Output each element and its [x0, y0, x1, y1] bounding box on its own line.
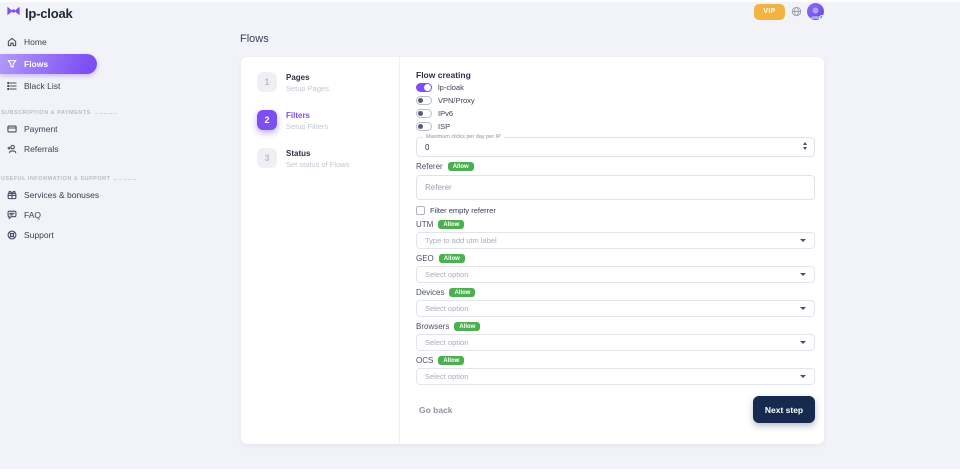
sidebar-item-home[interactable]: Home — [0, 32, 230, 52]
language-globe-icon[interactable] — [790, 6, 802, 18]
top-divider — [0, 0, 960, 2]
list-icon — [7, 81, 17, 91]
referer-label-row: Referer Allow — [416, 162, 815, 171]
toggle-row-lp-cloak: lp-cloak — [416, 82, 815, 92]
user-avatar[interactable] — [807, 3, 824, 20]
geo-label-row: GEO Allow — [416, 254, 815, 263]
ocs-select[interactable]: Select option — [416, 368, 815, 385]
max-clicks-label: Maximum clicks per day per IP — [423, 134, 504, 140]
vip-button[interactable]: VIP — [754, 4, 785, 20]
form-heading: Flow creating — [416, 70, 815, 79]
number-stepper-icon[interactable] — [803, 142, 807, 150]
ipv6-toggle[interactable] — [416, 109, 432, 118]
chevron-down-icon — [800, 273, 806, 276]
utm-select[interactable]: Type to add utm label — [416, 232, 815, 249]
sidebar-item-payment[interactable]: Payment — [0, 119, 230, 139]
empty-referrer-checkbox[interactable] — [416, 206, 425, 215]
chevron-down-icon — [800, 307, 806, 310]
logo-bowtie-icon — [6, 4, 21, 22]
gift-icon — [7, 190, 17, 200]
chevron-down-icon — [800, 341, 806, 344]
bottom-strip — [0, 469, 960, 475]
lp-cloak-toggle[interactable] — [416, 83, 432, 92]
flows-icon — [7, 59, 17, 69]
home-icon — [7, 37, 17, 47]
browsers-label-row: Browsers Allow — [416, 322, 815, 331]
stepper: 1 Pages Setup Pages 2 Filters Setup Filt… — [241, 57, 399, 186]
utm-allow-badge[interactable]: Allow — [438, 220, 464, 229]
toggle-row-ipv6: IPv6 — [416, 108, 815, 118]
devices-select[interactable]: Select option — [416, 300, 815, 317]
referer-allow-badge[interactable]: Allow — [448, 162, 474, 171]
sidebar-section-support: USEFUL INFORMATION & SUPPORT — [0, 176, 230, 182]
vpn-proxy-toggle[interactable] — [416, 96, 432, 105]
toggle-row-vpn-proxy: VPN/Proxy — [416, 95, 815, 105]
isp-toggle[interactable] — [416, 122, 432, 131]
step-subtitle: Setup Pages — [286, 84, 329, 93]
person-add-icon — [7, 144, 17, 154]
ocs-allow-badge[interactable]: Allow — [438, 356, 464, 365]
sidebar-item-support[interactable]: Support — [0, 225, 230, 245]
ocs-label-row: OCS Allow — [416, 356, 815, 365]
chevron-down-icon — [800, 375, 806, 378]
devices-label-row: Devices Allow — [416, 288, 815, 297]
sidebar-item-services[interactable]: Services & bonuses — [0, 185, 230, 205]
app-logo[interactable]: lp-cloak — [6, 4, 73, 22]
step-status[interactable]: 3 Status Set status of Flows — [257, 148, 399, 169]
online-status-dot — [819, 15, 824, 20]
step-title: Pages — [286, 73, 329, 82]
form-footer: Go back Next step — [416, 396, 815, 423]
go-back-button[interactable]: Go back — [416, 405, 453, 415]
step-title: Filters — [286, 111, 328, 120]
sidebar: Home Flows Black List SUBSCRIPTION & PAY… — [0, 32, 230, 245]
sidebar-section-subscription: SUBSCRIPTION & PAYMENTS — [0, 110, 230, 116]
devices-allow-badge[interactable]: Allow — [449, 288, 475, 297]
step-subtitle: Set status of Flows — [286, 160, 349, 169]
sidebar-item-flows[interactable]: Flows — [0, 54, 97, 74]
referer-input[interactable] — [416, 175, 815, 200]
next-step-button[interactable]: Next step — [753, 396, 815, 423]
lifebuoy-icon — [7, 230, 17, 240]
filter-empty-referrer-row[interactable]: Filter empty referrer — [416, 205, 815, 215]
logo-text: lp-cloak — [25, 6, 73, 21]
max-clicks-value: 0 — [417, 143, 429, 152]
browsers-allow-badge[interactable]: Allow — [454, 322, 480, 331]
credit-card-icon — [7, 124, 17, 134]
sidebar-item-referrals[interactable]: Referrals — [0, 139, 230, 159]
geo-allow-badge[interactable]: Allow — [439, 254, 465, 263]
chat-icon — [7, 210, 17, 220]
sidebar-item-faq[interactable]: FAQ — [0, 205, 230, 225]
sidebar-item-black-list[interactable]: Black List — [0, 76, 230, 96]
step-pages[interactable]: 1 Pages Setup Pages — [257, 72, 399, 93]
flow-creation-card: 1 Pages Setup Pages 2 Filters Setup Filt… — [241, 57, 824, 444]
step-title: Status — [286, 149, 349, 158]
flow-creating-form: Flow creating lp-cloak VPN/Proxy IPv6 IS… — [416, 57, 815, 423]
step-subtitle: Setup Filters — [286, 122, 328, 131]
browsers-select[interactable]: Select option — [416, 334, 815, 351]
geo-select[interactable]: Select option — [416, 266, 815, 283]
step-filters[interactable]: 2 Filters Setup Filters — [257, 110, 399, 131]
card-divider — [399, 57, 400, 444]
toggle-row-isp: ISP — [416, 121, 815, 131]
chevron-down-icon — [800, 239, 806, 242]
max-clicks-field[interactable]: Maximum clicks per day per IP 0 — [416, 137, 815, 157]
page-title: Flows — [240, 33, 269, 45]
utm-label-row: UTM Allow — [416, 220, 815, 229]
